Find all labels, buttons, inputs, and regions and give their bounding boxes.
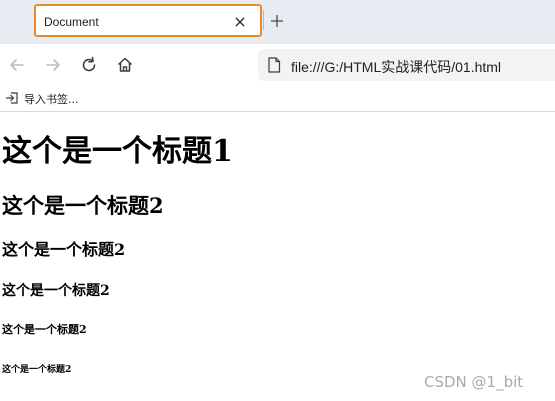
tab-divider	[263, 10, 264, 30]
forward-icon[interactable]	[43, 55, 63, 75]
import-icon	[6, 92, 18, 104]
heading-6: 这个是一个标题2	[2, 365, 72, 375]
close-icon[interactable]	[233, 15, 247, 29]
heading-2: 这个是一个标题2	[2, 193, 164, 218]
address-bar[interactable]: file:///G:/HTML实战课代码/01.html	[258, 49, 555, 81]
page-content: 这个是一个标题1 这个是一个标题2 这个是一个标题2 这个是一个标题2 这个是一…	[0, 112, 555, 401]
tab-title: Document	[44, 15, 99, 29]
navigation-toolbar: file:///G:/HTML实战课代码/01.html	[0, 44, 555, 86]
heading-5: 这个是一个标题2	[2, 323, 87, 336]
heading-3: 这个是一个标题2	[2, 240, 126, 259]
reload-icon[interactable]	[79, 55, 99, 75]
back-icon[interactable]	[7, 55, 27, 75]
import-bookmarks-label: 导入书签...	[24, 93, 79, 106]
heading-4: 这个是一个标题2	[2, 283, 110, 299]
tab-document[interactable]: Document	[34, 4, 262, 37]
page-icon	[268, 57, 281, 73]
tab-strip: Document	[0, 0, 555, 44]
home-icon[interactable]	[115, 55, 135, 75]
bookmarks-bar: 导入书签...	[0, 86, 555, 112]
new-tab-icon[interactable]	[270, 14, 284, 28]
heading-1: 这个是一个标题1	[2, 134, 233, 169]
address-url: file:///G:/HTML实战课代码/01.html	[291, 59, 502, 75]
watermark: CSDN @1_bit	[424, 373, 524, 391]
